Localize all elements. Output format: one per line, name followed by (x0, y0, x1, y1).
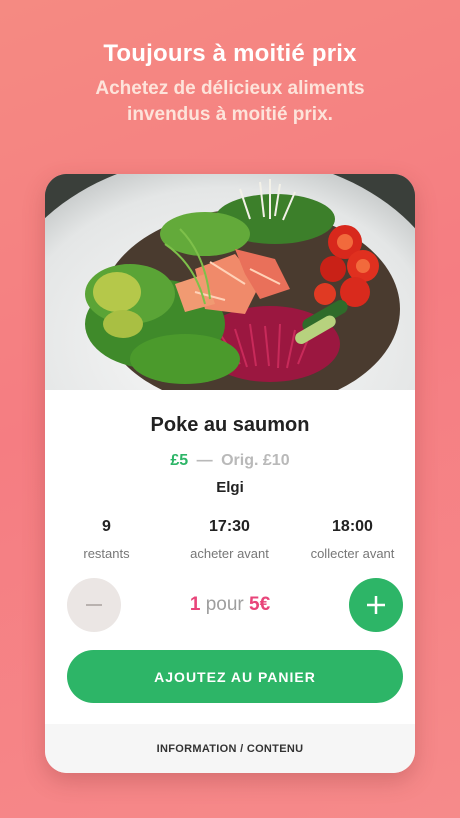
info-content-link[interactable]: INFORMATION / CONTENU (157, 743, 304, 755)
product-card: Poke au saumon £5 — Orig. £10 Elgi 9 res… (45, 174, 415, 773)
stat-collect-before: 18:00 collecter avant (291, 518, 414, 561)
info-footer: INFORMATION / CONTENU (45, 724, 415, 773)
stat-buy-before: 17:30 acheter avant (168, 518, 291, 561)
price-separator: — (196, 452, 213, 469)
stat-value: 17:30 (209, 518, 250, 535)
stat-label: restants (83, 546, 130, 561)
quantity-for-word: pour (205, 594, 244, 615)
original-price: Orig. £10 (221, 452, 290, 469)
stat-label: collecter avant (310, 546, 395, 561)
stat-value: 9 (102, 518, 111, 535)
plus-icon (367, 596, 385, 614)
add-to-cart-button[interactable]: AJOUTEZ AU PANIER (67, 650, 403, 703)
stat-value: 18:00 (332, 518, 373, 535)
subheadline-line-1: Achetez de délicieux aliments (95, 78, 365, 99)
subheadline: Achetez de délicieux aliments invendus à… (40, 76, 420, 128)
discounted-price: £5 (170, 452, 189, 469)
store-name: Elgi (216, 479, 244, 496)
poke-bowl-illustration (45, 174, 415, 390)
stat-label: acheter avant (190, 546, 269, 561)
quantity-total-price: 5€ (249, 594, 271, 615)
headline: Toujours à moitié prix (103, 40, 357, 67)
poke-bowl-photo (45, 174, 415, 390)
product-title: Poke au saumon (150, 414, 310, 436)
quantity-count: 1 (189, 594, 201, 615)
subheadline-line-2: invendus à moitié prix. (127, 104, 333, 125)
stat-remaining: 9 restants (45, 518, 168, 561)
increase-quantity-button[interactable] (349, 578, 403, 632)
price-row: £5 — Orig. £10 (45, 452, 415, 470)
